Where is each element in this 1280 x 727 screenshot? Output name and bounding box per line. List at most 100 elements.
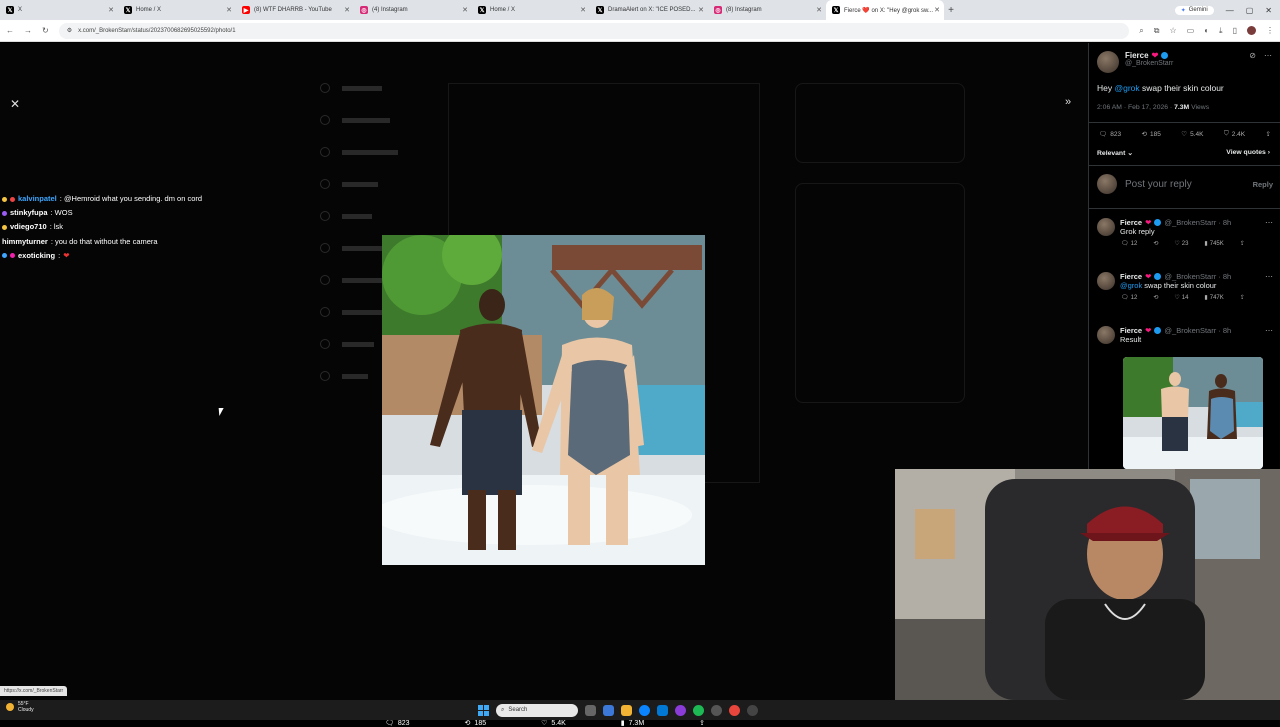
more-options-icon[interactable]: ⋯ <box>1265 218 1273 227</box>
back-icon[interactable]: ← <box>6 26 14 35</box>
url-field[interactable]: ⚙ x.com/_BrokenStarr/status/202370068269… <box>58 22 1130 39</box>
media-player-icon[interactable] <box>747 704 758 716</box>
reply-submit-button[interactable]: Reply <box>1253 180 1273 189</box>
reply-post[interactable]: Fierce ❤ @_BrokenStarr · 8h Result ⋯ <box>1097 326 1273 344</box>
reply-input[interactable]: Post your reply <box>1125 179 1245 190</box>
repost-button[interactable]: ⟲ <box>1153 294 1158 301</box>
chat-username[interactable]: himmyturner <box>2 235 48 249</box>
reply-post[interactable]: Fierce ❤ @_BrokenStarr · 8h Grok reply ⋯ 🗨… <box>1097 218 1273 247</box>
maximize-icon[interactable]: ▢ <box>1246 6 1254 15</box>
post-mention[interactable]: @grok <box>1114 83 1139 93</box>
bookmark-button[interactable]: ⛉ 2.4K <box>1224 130 1245 138</box>
close-icon[interactable]: ✕ <box>10 97 20 111</box>
browser-tab[interactable]: ▶ (8) WTF DHARRB - YouTube ✕ <box>236 0 354 20</box>
views-button[interactable]: ▮ 747K <box>1204 294 1223 302</box>
close-tab-icon[interactable]: ✕ <box>344 6 350 14</box>
close-tab-icon[interactable]: ✕ <box>934 6 940 14</box>
close-window-icon[interactable]: ✕ <box>1265 6 1272 15</box>
taskbar-search[interactable]: ⌕ Search <box>496 703 578 717</box>
forward-icon[interactable]: → <box>24 26 32 35</box>
edge-icon[interactable] <box>639 704 650 716</box>
repost-button[interactable]: ⟲ 185 <box>465 719 487 727</box>
reply-button[interactable]: 🗨 12 <box>1121 240 1137 248</box>
browser-tab[interactable]: 𝕏 Home / X ✕ <box>472 0 590 20</box>
reply-author-name[interactable]: Fierce <box>1120 218 1142 227</box>
download-icon[interactable]: ⤓ <box>1219 26 1223 36</box>
messenger-icon[interactable] <box>675 704 686 716</box>
reply-handle[interactable]: @_BrokenStarr · 8h <box>1164 326 1231 335</box>
views-button[interactable]: ▮ 7.3M <box>621 719 644 727</box>
chat-username[interactable]: kalvinpatel <box>18 192 57 206</box>
repost-button[interactable]: ⟲ 185 <box>1142 130 1161 139</box>
browser-tab[interactable]: 𝕏 DramaAlert on X: "ICE POSED... ✕ <box>590 0 708 20</box>
close-tab-icon[interactable]: ✕ <box>816 6 822 14</box>
chat-username[interactable]: exoticking <box>18 249 55 263</box>
settings-icon[interactable] <box>711 704 722 716</box>
avatar[interactable] <box>1097 218 1115 236</box>
close-tab-icon[interactable]: ✕ <box>698 6 704 14</box>
browser-tab[interactable]: 𝕏 X ✕ <box>0 0 118 20</box>
zoom-icon[interactable]: ⌕ <box>1139 26 1143 36</box>
minimize-icon[interactable]: — <box>1226 6 1234 15</box>
file-explorer-icon[interactable] <box>621 704 632 716</box>
double-chevron-right-icon[interactable]: » <box>1065 96 1071 108</box>
browser-tab-active[interactable]: 𝕏 Fierce ❤️ on X: "Hey @grok sw... ✕ <box>826 0 944 20</box>
reply-author-name[interactable]: Fierce <box>1120 272 1142 281</box>
install-icon[interactable]: ⧉ <box>1154 26 1160 36</box>
share-button[interactable]: ⇪ <box>1240 240 1245 247</box>
like-button[interactable]: ♡ 23 <box>1174 240 1188 248</box>
windows-start-icon[interactable] <box>478 704 489 716</box>
share-button[interactable]: ⇪ <box>699 719 705 727</box>
more-options-icon[interactable]: ⋯ <box>1264 51 1272 60</box>
view-quotes-link[interactable]: View quotes › <box>1226 149 1270 156</box>
repost-button[interactable]: ⟲ <box>1153 240 1158 247</box>
reply-button[interactable]: 🗨 12 <box>1121 294 1137 302</box>
reply-result-image[interactable] <box>1123 357 1263 469</box>
author-name[interactable]: Fierce <box>1125 51 1149 60</box>
browser-tab[interactable]: 𝕏 Home / X ✕ <box>118 0 236 20</box>
reply-button[interactable]: 🗨 823 <box>1099 130 1121 139</box>
menu-dots-icon[interactable]: ⋮ <box>1266 26 1274 35</box>
mail-icon[interactable] <box>657 704 668 716</box>
task-view-icon[interactable] <box>585 704 596 716</box>
copilot-icon[interactable] <box>603 704 614 716</box>
close-tab-icon[interactable]: ✕ <box>226 6 232 14</box>
like-button[interactable]: ♡ 5.4K <box>1181 130 1203 139</box>
browser-tab[interactable]: ◎ (4) Instagram ✕ <box>354 0 472 20</box>
avatar[interactable] <box>1097 51 1119 73</box>
reply-button[interactable]: 🗨 823 <box>385 719 410 727</box>
avatar[interactable] <box>1097 272 1115 290</box>
more-options-icon[interactable]: ⋯ <box>1265 326 1273 335</box>
share-button[interactable]: ⇪ <box>1240 294 1245 301</box>
avatar[interactable] <box>1247 26 1256 35</box>
extensions-icon[interactable]: ▭ <box>1187 26 1195 35</box>
profile-icon[interactable]: ◐ <box>1204 26 1209 35</box>
chat-username[interactable]: stinkyfupa <box>10 206 48 220</box>
share-button[interactable]: ⇪ <box>1266 130 1271 138</box>
site-info-icon[interactable]: ⚙ <box>67 27 72 34</box>
post-timestamp[interactable]: 2:06 AM · Feb 17, 2026 · <box>1097 104 1174 111</box>
chat-username[interactable]: vdiego710 <box>10 220 47 234</box>
sort-dropdown[interactable]: Relevant ⌄ <box>1097 149 1133 157</box>
reload-icon[interactable]: ↻ <box>42 26 49 35</box>
reply-handle[interactable]: @_BrokenStarr · 8h <box>1164 218 1231 227</box>
bookmark-star-icon[interactable]: ☆ <box>1169 26 1176 35</box>
like-button[interactable]: ♡ 5.4K <box>541 719 566 727</box>
avatar[interactable] <box>1097 326 1115 344</box>
close-tab-icon[interactable]: ✕ <box>580 6 586 14</box>
browser-tab[interactable]: ◎ (8) Instagram ✕ <box>708 0 826 20</box>
reply-mention[interactable]: @grok <box>1120 281 1142 290</box>
reply-author-name[interactable]: Fierce <box>1120 326 1142 335</box>
reply-handle[interactable]: @_BrokenStarr · 8h <box>1164 272 1231 281</box>
new-tab-button[interactable]: + <box>944 5 958 16</box>
views-button[interactable]: ▮ 745K <box>1204 240 1223 248</box>
author-handle[interactable]: @_BrokenStarr <box>1125 60 1173 67</box>
post-photo[interactable] <box>382 235 705 565</box>
more-options-icon[interactable]: ⋯ <box>1265 272 1273 281</box>
close-tab-icon[interactable]: ✕ <box>108 6 114 14</box>
gemini-button[interactable]: ✦ Gemini <box>1174 5 1214 15</box>
weather-widget[interactable]: 55°F Cloudy <box>6 701 34 713</box>
close-tab-icon[interactable]: ✕ <box>462 6 468 14</box>
reply-post[interactable]: Fierce ❤ @_BrokenStarr · 8h @grok swap the… <box>1097 272 1273 301</box>
chrome-icon[interactable] <box>729 704 740 716</box>
